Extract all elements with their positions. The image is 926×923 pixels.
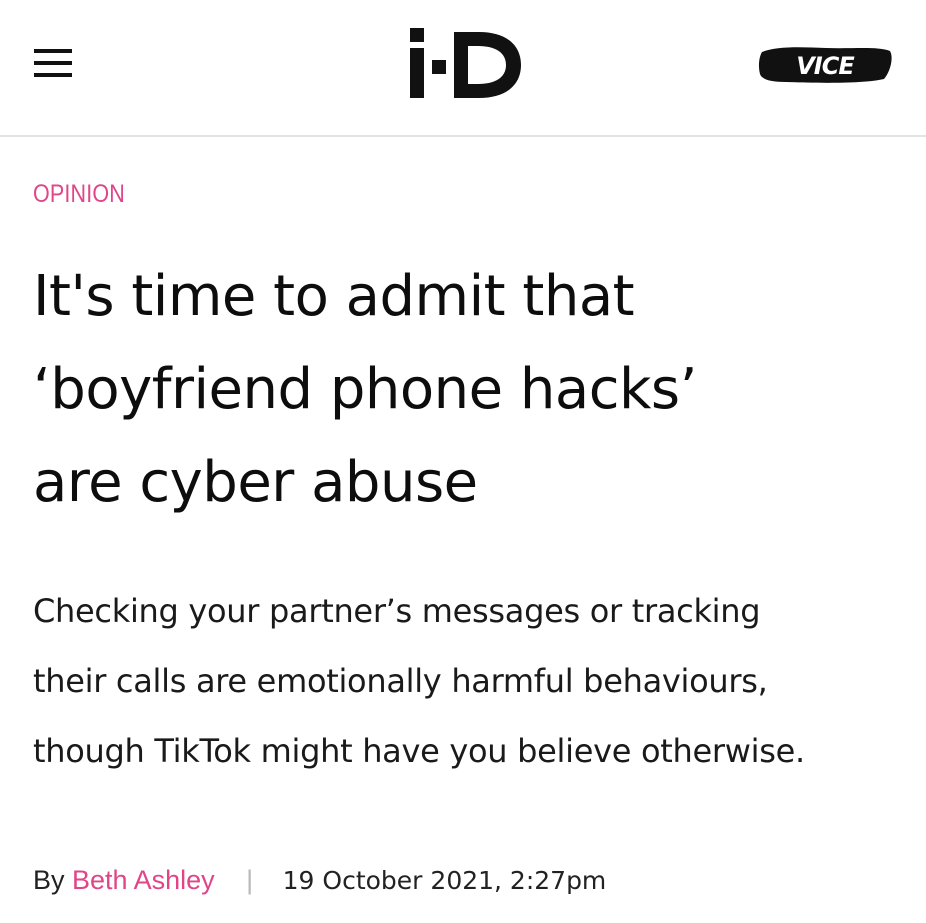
- byline: By Beth Ashley | 19 October 2021, 2:27pm: [33, 860, 606, 900]
- dek-line: Checking your partner’s messages or trac…: [33, 592, 761, 630]
- menu-bar: [34, 49, 72, 53]
- byline-divider: |: [246, 865, 254, 895]
- vice-logo[interactable]: VICE: [756, 42, 896, 88]
- site-header: VICE: [0, 0, 926, 137]
- menu-bar: [34, 73, 72, 77]
- headline-line: are cyber abuse: [33, 450, 478, 515]
- article-headline: It's time to admit that ‘boyfriend phone…: [33, 250, 893, 529]
- i-d-logo[interactable]: [405, 26, 525, 102]
- dek-line: though TikTok might have you believe oth…: [33, 732, 805, 770]
- dek-line: their calls are emotionally harmful beha…: [33, 662, 768, 700]
- author-link[interactable]: Beth Ashley: [72, 865, 215, 895]
- menu-bar: [34, 61, 72, 65]
- byline-prefix: By: [33, 865, 73, 895]
- article-dek: Checking your partner’s messages or trac…: [33, 576, 903, 786]
- vice-logo-text: VICE: [796, 52, 855, 80]
- category-label[interactable]: OPINION: [33, 180, 125, 209]
- hamburger-menu-icon[interactable]: [28, 40, 78, 86]
- publish-date: 19 October 2021, 2:27pm: [282, 866, 607, 895]
- headline-line: ‘boyfriend phone hacks’: [33, 357, 697, 422]
- headline-line: It's time to admit that: [33, 264, 635, 329]
